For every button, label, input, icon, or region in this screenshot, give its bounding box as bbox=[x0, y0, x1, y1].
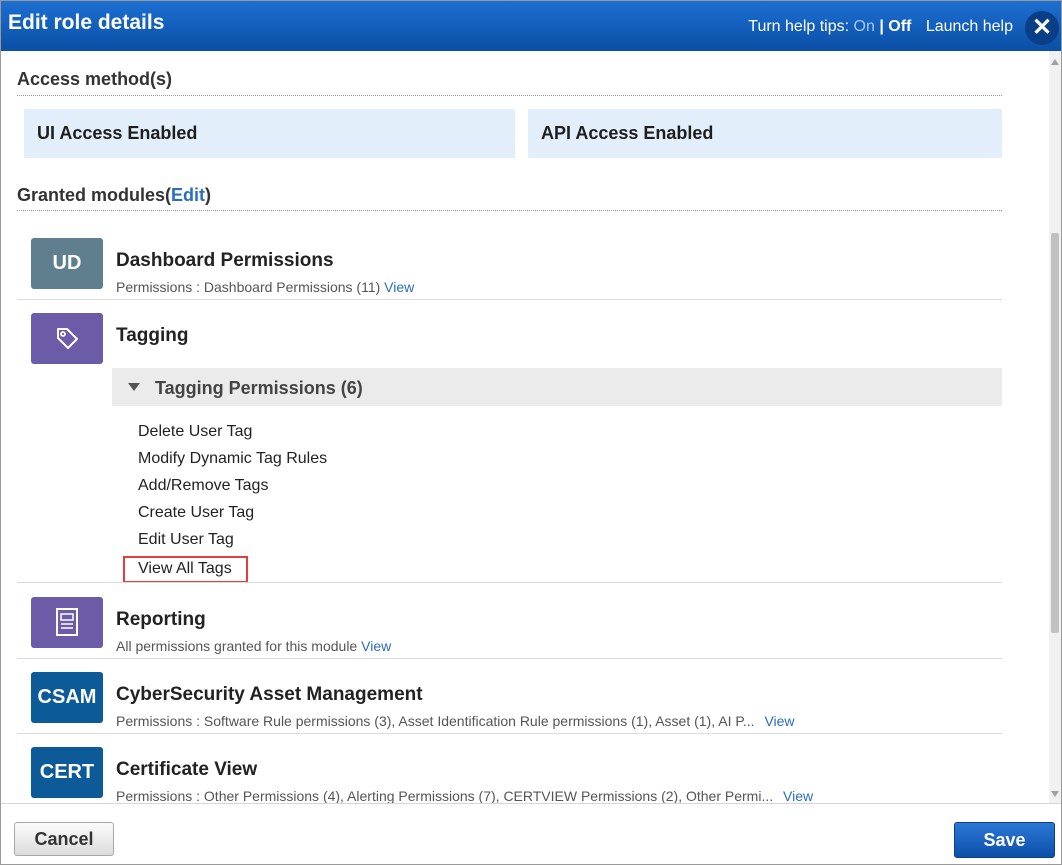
help-tips-separator: | bbox=[879, 18, 884, 35]
module-name: Tagging bbox=[116, 325, 189, 346]
ui-access-box: UI Access Enabled bbox=[24, 109, 515, 158]
view-link[interactable]: View bbox=[361, 638, 391, 654]
view-link[interactable]: View bbox=[764, 713, 794, 729]
edit-role-dialog: Edit role details Turn help tips: On | O… bbox=[0, 0, 1062, 865]
view-link[interactable]: View bbox=[384, 279, 414, 295]
permission-item: Create User Tag bbox=[138, 504, 255, 521]
view-link[interactable]: View bbox=[783, 788, 813, 803]
module-separator bbox=[17, 299, 1002, 300]
help-tips-off[interactable]: Off bbox=[888, 18, 911, 35]
module-icon-cert: CERT bbox=[31, 747, 103, 798]
module-permissions: Permissions : Dashboard Permissions (11)… bbox=[116, 279, 415, 295]
vertical-scrollbar[interactable] bbox=[1049, 51, 1061, 803]
permission-item: Modify Dynamic Tag Rules bbox=[138, 450, 328, 467]
permission-item: Add/Remove Tags bbox=[138, 477, 269, 494]
close-icon[interactable]: ✕ bbox=[1025, 11, 1059, 45]
permission-item: Delete User Tag bbox=[138, 423, 253, 440]
permission-item-highlighted: View All Tags bbox=[123, 556, 248, 583]
module-separator bbox=[17, 582, 1002, 583]
scrollbar-thumb[interactable] bbox=[1051, 233, 1059, 633]
access-methods-title: Access method(s) bbox=[17, 69, 173, 89]
module-permissions: Permissions : Other Permissions (4), Ale… bbox=[116, 788, 814, 803]
dialog-header: Edit role details Turn help tips: On | O… bbox=[1, 1, 1061, 51]
module-name: Reporting bbox=[116, 609, 206, 630]
dialog-title: Edit role details bbox=[8, 11, 165, 34]
edit-modules-link[interactable]: Edit bbox=[171, 185, 205, 205]
cancel-button[interactable]: Cancel bbox=[14, 822, 114, 856]
scroll-up-icon[interactable] bbox=[1051, 59, 1059, 65]
granted-modules-title: Granted modules(Edit) bbox=[17, 185, 212, 205]
report-icon bbox=[31, 597, 103, 648]
module-permissions: All permissions granted for this module … bbox=[116, 638, 392, 654]
module-separator bbox=[17, 733, 1002, 734]
module-name: Certificate View bbox=[116, 759, 258, 780]
module-name: CyberSecurity Asset Management bbox=[116, 684, 423, 705]
help-tips-label: Turn help tips: bbox=[748, 18, 850, 35]
divider bbox=[17, 210, 1002, 211]
tag-icon bbox=[31, 313, 103, 364]
save-button[interactable]: Save bbox=[954, 822, 1055, 858]
help-tips: Turn help tips: On | Off Launch help bbox=[748, 18, 1013, 36]
launch-help-link[interactable]: Launch help bbox=[926, 18, 1013, 35]
help-tips-on[interactable]: On bbox=[854, 18, 875, 35]
ui-access-label: UI Access Enabled bbox=[37, 123, 198, 143]
permission-item: Edit User Tag bbox=[138, 531, 234, 548]
module-icon-csam: CSAM bbox=[31, 672, 103, 723]
permissions-list: Delete User Tag Modify Dynamic Tag Rules… bbox=[123, 423, 328, 583]
dialog-content: Access method(s) UI Access Enabled API A… bbox=[1, 51, 1049, 803]
api-access-box: API Access Enabled bbox=[528, 109, 1002, 158]
divider bbox=[17, 95, 1002, 96]
caret-down-icon bbox=[128, 383, 140, 391]
dialog-footer: Cancel Save bbox=[1, 803, 1061, 864]
scroll-down-icon[interactable] bbox=[1051, 791, 1059, 797]
api-access-label: API Access Enabled bbox=[541, 123, 714, 143]
module-permissions: Permissions : Software Rule permissions … bbox=[116, 713, 795, 729]
permissions-group-label: Tagging Permissions (6) bbox=[155, 378, 363, 398]
module-separator bbox=[17, 658, 1002, 659]
module-icon-ud: UD bbox=[31, 238, 103, 289]
permissions-group-header[interactable]: Tagging Permissions (6) bbox=[112, 368, 1002, 406]
module-name: Dashboard Permissions bbox=[116, 250, 334, 271]
